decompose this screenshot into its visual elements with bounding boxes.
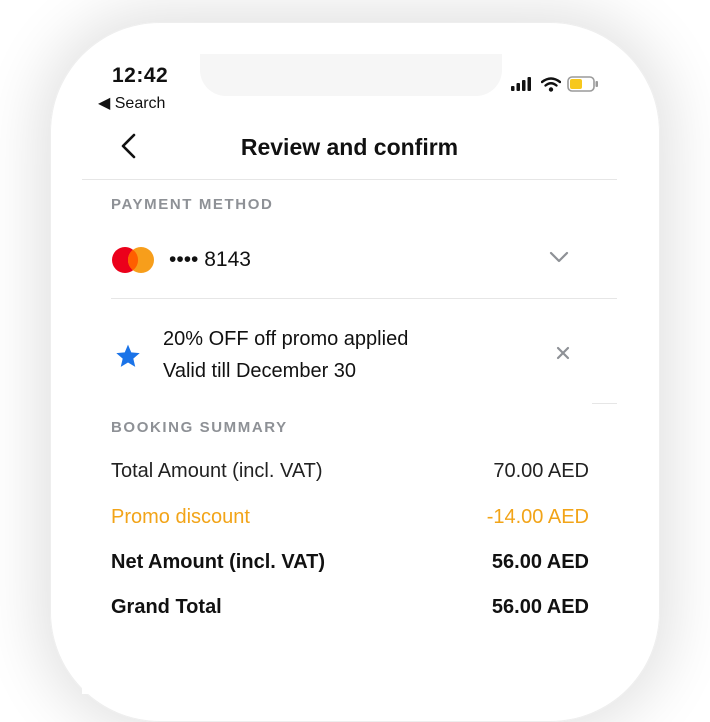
- net-amount-label: Net Amount (incl. VAT): [111, 551, 326, 573]
- net-amount-row: Net Amount (incl. VAT) 56.00 AED: [111, 551, 589, 574]
- signal-icon: [511, 77, 531, 91]
- promo-discount-label: Promo discount: [111, 506, 250, 528]
- payment-divider: [111, 298, 617, 299]
- payment-method-label: PAYMENT METHOD: [111, 196, 274, 213]
- battery-icon: [567, 76, 598, 92]
- wifi-icon: [541, 76, 561, 92]
- payment-card-selector[interactable]: •••• 8143: [111, 232, 587, 288]
- page-title: Review and confirm: [240, 134, 459, 160]
- promo-title: 20% OFF off promo applied: [163, 328, 409, 350]
- status-back-link[interactable]: ◀ Search: [98, 93, 165, 113]
- nav-bar: Review and confirm: [82, 114, 617, 180]
- close-icon: [556, 346, 570, 360]
- status-time: 12:42: [112, 64, 169, 87]
- promo-text: 20% OFF off promo applied Valid till Dec…: [163, 323, 408, 387]
- status-icons: [511, 76, 599, 92]
- booking-summary-label: BOOKING SUMMARY: [111, 419, 288, 436]
- grand-total-row: Grand Total 56.00 AED: [111, 596, 589, 619]
- chevron-down-icon: [549, 251, 569, 263]
- header-divider: [82, 179, 617, 180]
- star-icon: [116, 344, 140, 367]
- promo-validity: Valid till December 30: [163, 360, 357, 382]
- promo-divider: [592, 403, 617, 404]
- promo-discount-row: Promo discount -14.00 AED: [111, 506, 589, 529]
- total-amount-value: 70.00 AED: [493, 460, 589, 482]
- grand-total-value: 56.00 AED: [491, 596, 589, 618]
- card-number: •••• 8143: [169, 248, 251, 271]
- promo-discount-value: -14.00 AED: [486, 506, 589, 528]
- total-amount-row: Total Amount (incl. VAT) 70.00 AED: [111, 460, 589, 483]
- total-amount-label: Total Amount (incl. VAT): [111, 460, 323, 482]
- promo-banner: 20% OFF off promo applied Valid till Dec…: [111, 309, 587, 401]
- remove-promo-button[interactable]: [549, 339, 577, 367]
- notch: [200, 54, 502, 96]
- mastercard-icon: [112, 247, 154, 273]
- grand-total-label: Grand Total: [111, 596, 222, 618]
- phone-screen: 12:42 ◀ Search Review and confirm PAYMEN: [82, 54, 617, 694]
- net-amount-value: 56.00 AED: [491, 551, 589, 573]
